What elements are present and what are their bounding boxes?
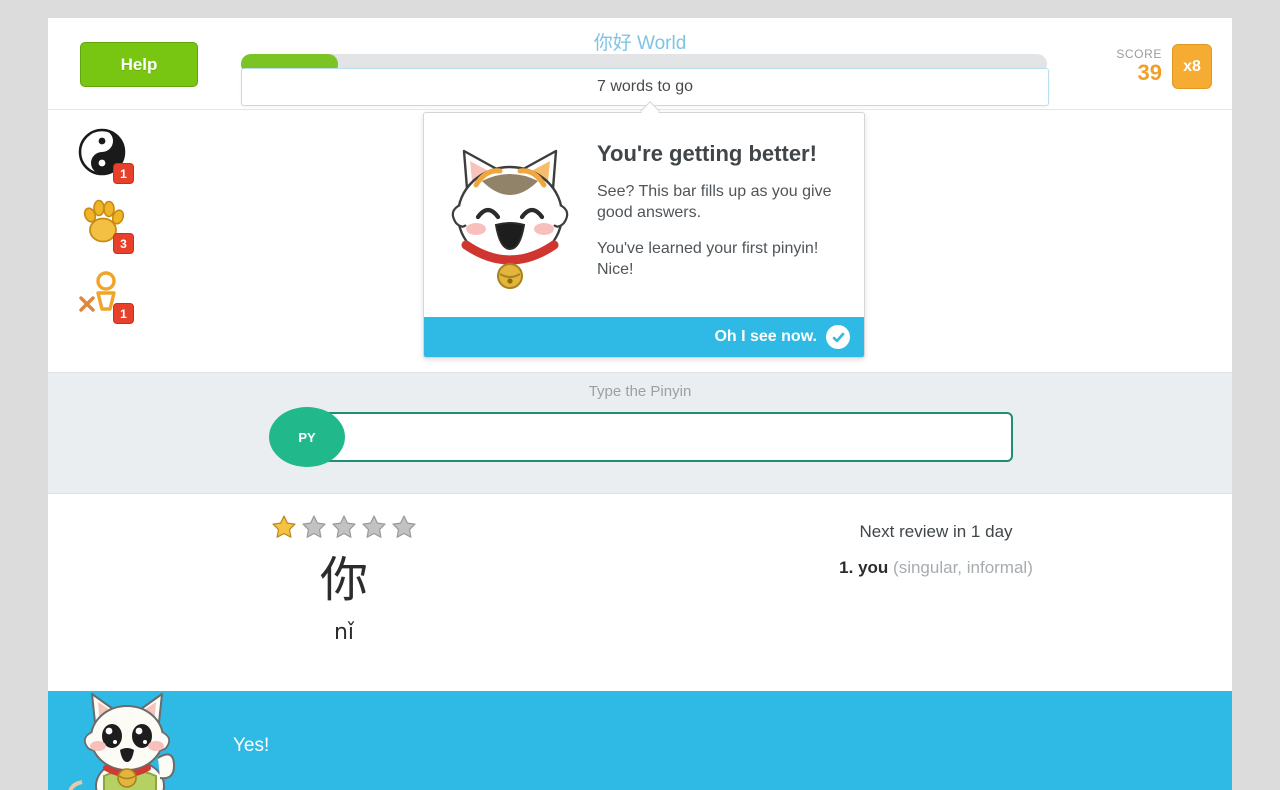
star-empty-icon bbox=[302, 515, 326, 538]
cat-mascot-icon bbox=[62, 686, 202, 790]
words-to-go-label: 7 words to go bbox=[596, 78, 694, 95]
score-value: 39 bbox=[1137, 60, 1162, 86]
popup-confirm-label: Oh I see now. bbox=[714, 328, 817, 345]
word-details: Next review in 1 day 1. you (singular, i… bbox=[640, 494, 1232, 691]
meaning-qualifier: (singular, informal) bbox=[893, 558, 1033, 577]
paw-stat[interactable]: 3 bbox=[76, 196, 134, 254]
meaning-number: 1. bbox=[839, 558, 854, 577]
pinyin-type-badge: PY bbox=[269, 407, 345, 467]
checkmark-icon bbox=[826, 325, 850, 349]
feedback-message: Yes! bbox=[233, 735, 270, 756]
cat-head-icon bbox=[451, 149, 569, 289]
course-title: 你好 World bbox=[593, 33, 687, 54]
yin-yang-badge: 1 bbox=[113, 163, 134, 184]
next-review-label: Next review in 1 day bbox=[859, 522, 1013, 541]
word-pinyin: nǐ bbox=[333, 620, 355, 645]
star-empty-icon bbox=[362, 515, 386, 538]
answer-prompt-label: Type the Pinyin bbox=[588, 383, 692, 400]
score-multiplier-label: x8 bbox=[1183, 57, 1201, 75]
score-multiplier-badge: x8 bbox=[1172, 44, 1212, 89]
app-window: Help 你好 World 7 words to go SCORE 39 x8 bbox=[48, 18, 1232, 790]
help-button-label: Help bbox=[120, 55, 158, 74]
result-section: 你 nǐ Next review in 1 day 1. you (singul… bbox=[48, 494, 1232, 691]
tutorial-popup: You're getting better! See? This bar fil… bbox=[423, 112, 865, 358]
answer-row: PY bbox=[269, 407, 1013, 467]
popup-confirm-button[interactable]: Oh I see now. bbox=[424, 317, 864, 357]
trophy-stat[interactable]: 1 bbox=[76, 266, 134, 324]
popup-title: You're getting better! bbox=[597, 141, 817, 166]
header-bar: Help 你好 World 7 words to go SCORE 39 x8 bbox=[48, 18, 1232, 110]
meaning-word: you bbox=[858, 558, 889, 577]
pinyin-type-label: PY bbox=[298, 429, 316, 445]
star-empty-icon bbox=[332, 515, 356, 538]
answer-section: Type the Pinyin PY bbox=[48, 372, 1232, 494]
star-filled-icon bbox=[272, 515, 296, 538]
popup-paragraph-1: See? This bar fills up as you give good … bbox=[597, 183, 832, 222]
popup-text-block: You're getting better! See? This bar fil… bbox=[597, 133, 842, 301]
lesson-body: 1 3 1 You're getting better! See? This b… bbox=[48, 101, 1232, 372]
answer-input[interactable] bbox=[321, 412, 1013, 462]
trophy-badge: 1 bbox=[113, 303, 134, 324]
feedback-bar: Yes! bbox=[48, 691, 1232, 790]
word-hanzi: 你 bbox=[319, 552, 368, 608]
yin-yang-stat[interactable]: 1 bbox=[76, 126, 134, 184]
star-empty-icon bbox=[392, 515, 416, 538]
popup-paragraph-2: You've learned your first pinyin! Nice! bbox=[597, 239, 819, 278]
score-area: SCORE 39 x8 bbox=[1116, 44, 1212, 89]
popup-content: You're getting better! See? This bar fil… bbox=[424, 113, 864, 317]
words-to-go-box: 7 words to go bbox=[241, 68, 1049, 106]
score-label: SCORE bbox=[1116, 47, 1162, 62]
word-meaning: 1. you (singular, informal) bbox=[640, 558, 1232, 578]
star-rating bbox=[48, 514, 640, 540]
paw-badge: 3 bbox=[113, 233, 134, 254]
stat-icon-column: 1 3 1 bbox=[76, 126, 134, 324]
score-column: SCORE 39 bbox=[1116, 47, 1162, 85]
word-card: 你 nǐ bbox=[48, 494, 640, 691]
